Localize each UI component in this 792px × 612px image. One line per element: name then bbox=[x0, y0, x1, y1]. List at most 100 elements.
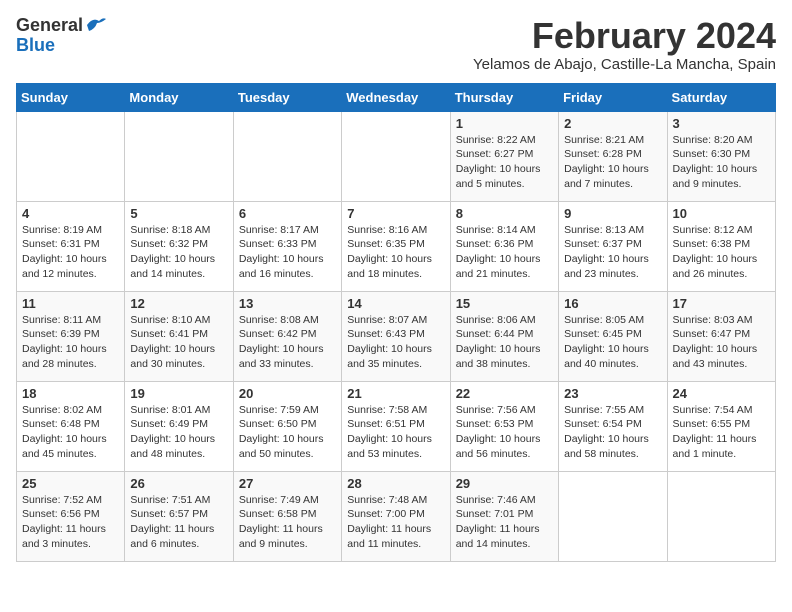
day-number: 11 bbox=[22, 296, 119, 311]
day-number: 22 bbox=[456, 386, 553, 401]
day-info: Sunrise: 8:17 AMSunset: 6:33 PMDaylight:… bbox=[239, 223, 336, 282]
logo-general-text: General bbox=[16, 16, 83, 36]
header-thursday: Thursday bbox=[450, 83, 558, 111]
calendar-cell: 22 Sunrise: 7:56 AMSunset: 6:53 PMDayligh… bbox=[450, 381, 558, 471]
calendar-subtitle: Yelamos de Abajo, Castille-La Mancha, Sp… bbox=[473, 56, 776, 73]
calendar-cell: 24 Sunrise: 7:54 AMSunset: 6:55 PMDayligh… bbox=[667, 381, 775, 471]
header-tuesday: Tuesday bbox=[233, 83, 341, 111]
calendar-cell: 28 Sunrise: 7:48 AMSunset: 7:00 PMDayligh… bbox=[342, 471, 450, 561]
calendar-title: February 2024 bbox=[473, 16, 776, 56]
day-number: 2 bbox=[564, 116, 661, 131]
calendar-cell: 20Sunrise: 7:59 AMSunset: 6:50 PMDayligh… bbox=[233, 381, 341, 471]
calendar-cell: 29 Sunrise: 7:46 AMSunset: 7:01 PMDayligh… bbox=[450, 471, 558, 561]
day-number: 29 bbox=[456, 476, 553, 491]
day-info: Sunrise: 8:02 AMSunset: 6:48 PMDaylight:… bbox=[22, 403, 119, 462]
logo: General Blue bbox=[16, 16, 107, 56]
calendar-cell: 21Sunrise: 7:58 AMSunset: 6:51 PMDayligh… bbox=[342, 381, 450, 471]
day-info: Sunrise: 8:19 AMSunset: 6:31 PMDaylight:… bbox=[22, 223, 119, 282]
calendar-cell: 13 Sunrise: 8:08 AMSunset: 6:42 PMDayligh… bbox=[233, 291, 341, 381]
day-number: 12 bbox=[130, 296, 227, 311]
header-sunday: Sunday bbox=[17, 83, 125, 111]
calendar-cell: 6Sunrise: 8:17 AMSunset: 6:33 PMDaylight… bbox=[233, 201, 341, 291]
calendar-cell bbox=[667, 471, 775, 561]
calendar-cell: 23 Sunrise: 7:55 AMSunset: 6:54 PMDayligh… bbox=[559, 381, 667, 471]
calendar-cell: 3 Sunrise: 8:20 AMSunset: 6:30 PMDaylight… bbox=[667, 111, 775, 201]
calendar-cell: 16Sunrise: 8:05 AMSunset: 6:45 PMDayligh… bbox=[559, 291, 667, 381]
day-number: 28 bbox=[347, 476, 444, 491]
day-number: 10 bbox=[673, 206, 770, 221]
week-row-4: 18 Sunrise: 8:02 AMSunset: 6:48 PMDayligh… bbox=[17, 381, 776, 471]
day-info: Sunrise: 8:18 AMSunset: 6:32 PMDaylight:… bbox=[130, 223, 227, 282]
calendar-cell: 10 Sunrise: 8:12 AMSunset: 6:38 PMDayligh… bbox=[667, 201, 775, 291]
calendar-cell bbox=[17, 111, 125, 201]
day-info: Sunrise: 7:48 AMSunset: 7:00 PMDaylight:… bbox=[347, 493, 444, 552]
day-info: Sunrise: 8:06 AMSunset: 6:44 PMDaylight:… bbox=[456, 313, 553, 372]
day-info: Sunrise: 7:59 AMSunset: 6:50 PMDaylight:… bbox=[239, 403, 336, 462]
day-number: 16 bbox=[564, 296, 661, 311]
calendar-cell: 4 Sunrise: 8:19 AMSunset: 6:31 PMDaylight… bbox=[17, 201, 125, 291]
calendar-cell: 15 Sunrise: 8:06 AMSunset: 6:44 PMDayligh… bbox=[450, 291, 558, 381]
day-info: Sunrise: 8:03 AMSunset: 6:47 PMDaylight:… bbox=[673, 313, 770, 372]
calendar-cell: 11 Sunrise: 8:11 AMSunset: 6:39 PMDayligh… bbox=[17, 291, 125, 381]
day-info: Sunrise: 7:55 AMSunset: 6:54 PMDaylight:… bbox=[564, 403, 661, 462]
day-info: Sunrise: 7:56 AMSunset: 6:53 PMDaylight:… bbox=[456, 403, 553, 462]
header-friday: Friday bbox=[559, 83, 667, 111]
day-info: Sunrise: 8:20 AMSunset: 6:30 PMDaylight:… bbox=[673, 133, 770, 192]
header-saturday: Saturday bbox=[667, 83, 775, 111]
calendar-cell: 14 Sunrise: 8:07 AMSunset: 6:43 PMDayligh… bbox=[342, 291, 450, 381]
logo-bird-icon bbox=[85, 15, 107, 35]
week-row-1: 1 Sunrise: 8:22 AMSunset: 6:27 PMDaylight… bbox=[17, 111, 776, 201]
day-number: 25 bbox=[22, 476, 119, 491]
day-info: Sunrise: 8:13 AMSunset: 6:37 PMDaylight:… bbox=[564, 223, 661, 282]
week-row-2: 4 Sunrise: 8:19 AMSunset: 6:31 PMDaylight… bbox=[17, 201, 776, 291]
calendar-cell: 25 Sunrise: 7:52 AMSunset: 6:56 PMDayligh… bbox=[17, 471, 125, 561]
day-number: 4 bbox=[22, 206, 119, 221]
day-number: 24 bbox=[673, 386, 770, 401]
calendar-table: SundayMondayTuesdayWednesdayThursdayFrid… bbox=[16, 83, 776, 562]
calendar-cell: 18 Sunrise: 8:02 AMSunset: 6:48 PMDayligh… bbox=[17, 381, 125, 471]
calendar-cell: 8 Sunrise: 8:14 AMSunset: 6:36 PMDaylight… bbox=[450, 201, 558, 291]
day-info: Sunrise: 8:11 AMSunset: 6:39 PMDaylight:… bbox=[22, 313, 119, 372]
day-info: Sunrise: 8:12 AMSunset: 6:38 PMDaylight:… bbox=[673, 223, 770, 282]
week-row-3: 11 Sunrise: 8:11 AMSunset: 6:39 PMDayligh… bbox=[17, 291, 776, 381]
day-number: 23 bbox=[564, 386, 661, 401]
calendar-cell: 19 Sunrise: 8:01 AMSunset: 6:49 PMDayligh… bbox=[125, 381, 233, 471]
day-info: Sunrise: 8:21 AMSunset: 6:28 PMDaylight:… bbox=[564, 133, 661, 192]
calendar-cell: 26 Sunrise: 7:51 AMSunset: 6:57 PMDayligh… bbox=[125, 471, 233, 561]
day-number: 13 bbox=[239, 296, 336, 311]
day-number: 14 bbox=[347, 296, 444, 311]
day-number: 7 bbox=[347, 206, 444, 221]
day-number: 5 bbox=[130, 206, 227, 221]
calendar-cell: 12Sunrise: 8:10 AMSunset: 6:41 PMDayligh… bbox=[125, 291, 233, 381]
day-number: 27 bbox=[239, 476, 336, 491]
calendar-cell: 17 Sunrise: 8:03 AMSunset: 6:47 PMDayligh… bbox=[667, 291, 775, 381]
day-info: Sunrise: 8:16 AMSunset: 6:35 PMDaylight:… bbox=[347, 223, 444, 282]
calendar-cell bbox=[233, 111, 341, 201]
day-number: 19 bbox=[130, 386, 227, 401]
calendar-cell bbox=[342, 111, 450, 201]
day-info: Sunrise: 8:08 AMSunset: 6:42 PMDaylight:… bbox=[239, 313, 336, 372]
calendar-cell: 5 Sunrise: 8:18 AMSunset: 6:32 PMDaylight… bbox=[125, 201, 233, 291]
day-number: 3 bbox=[673, 116, 770, 131]
day-info: Sunrise: 7:52 AMSunset: 6:56 PMDaylight:… bbox=[22, 493, 119, 552]
calendar-cell: 9 Sunrise: 8:13 AMSunset: 6:37 PMDaylight… bbox=[559, 201, 667, 291]
day-info: Sunrise: 8:07 AMSunset: 6:43 PMDaylight:… bbox=[347, 313, 444, 372]
day-info: Sunrise: 7:54 AMSunset: 6:55 PMDaylight:… bbox=[673, 403, 770, 462]
day-info: Sunrise: 7:46 AMSunset: 7:01 PMDaylight:… bbox=[456, 493, 553, 552]
calendar-cell: 27Sunrise: 7:49 AMSunset: 6:58 PMDayligh… bbox=[233, 471, 341, 561]
day-number: 21 bbox=[347, 386, 444, 401]
calendar-cell: 1 Sunrise: 8:22 AMSunset: 6:27 PMDaylight… bbox=[450, 111, 558, 201]
day-number: 17 bbox=[673, 296, 770, 311]
day-number: 9 bbox=[564, 206, 661, 221]
day-number: 18 bbox=[22, 386, 119, 401]
day-info: Sunrise: 8:14 AMSunset: 6:36 PMDaylight:… bbox=[456, 223, 553, 282]
day-info: Sunrise: 8:22 AMSunset: 6:27 PMDaylight:… bbox=[456, 133, 553, 192]
day-info: Sunrise: 8:01 AMSunset: 6:49 PMDaylight:… bbox=[130, 403, 227, 462]
logo-blue-text: Blue bbox=[16, 36, 107, 56]
day-number: 8 bbox=[456, 206, 553, 221]
day-number: 1 bbox=[456, 116, 553, 131]
day-number: 15 bbox=[456, 296, 553, 311]
header-wednesday: Wednesday bbox=[342, 83, 450, 111]
day-info: Sunrise: 7:51 AMSunset: 6:57 PMDaylight:… bbox=[130, 493, 227, 552]
day-number: 26 bbox=[130, 476, 227, 491]
